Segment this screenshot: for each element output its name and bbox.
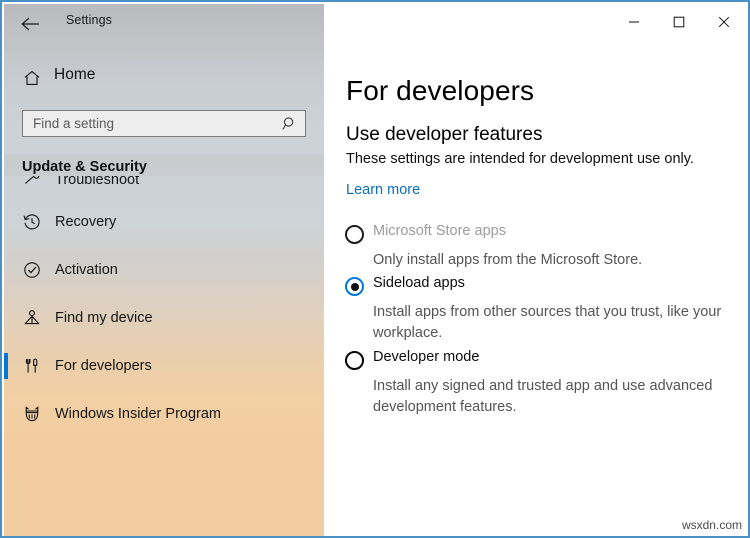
tools-icon (21, 355, 43, 377)
sidebar-item-recovery[interactable]: Recovery (4, 198, 324, 246)
radio-row[interactable]: Developer mode (324, 348, 748, 374)
sidebar-item-label: Troubleshoot (55, 174, 140, 188)
page-title: For developers (346, 74, 535, 106)
sidebar-item-for-developers[interactable]: For developers (4, 342, 324, 390)
sidebar-item-label: Find my device (55, 310, 153, 326)
main-content: For developers Use developer features Th… (324, 4, 748, 536)
sidebar-item-label: For developers (55, 358, 152, 374)
sidebar-item-label: Recovery (55, 214, 117, 230)
maximize-icon[interactable] (656, 4, 701, 40)
sidebar-section-header: Update & Security (22, 159, 147, 175)
radio-button-icon[interactable] (345, 277, 364, 296)
developer-features-radio-group: Microsoft Store apps Only install apps f… (324, 222, 748, 415)
radio-option-microsoft-store-apps[interactable]: Microsoft Store apps Only install apps f… (324, 222, 748, 268)
title-bar-left: Settings (4, 4, 324, 44)
sidebar-item-troubleshoot[interactable]: Troubleshoot (4, 174, 324, 198)
wrench-icon (21, 174, 43, 190)
radio-option-sideload-apps[interactable]: Sideload apps Install apps from other so… (324, 274, 748, 341)
history-clock-icon (21, 211, 43, 233)
search-input[interactable] (23, 112, 278, 135)
sidebar-item-activation[interactable]: Activation (4, 246, 324, 294)
sidebar-item-label: Activation (55, 262, 118, 278)
location-person-icon (21, 307, 43, 329)
back-arrow-icon[interactable] (14, 8, 48, 40)
radio-row[interactable]: Sideload apps (324, 274, 748, 300)
sidebar-item-label: Windows Insider Program (55, 406, 221, 422)
settings-window: Settings Home Update & Security (0, 0, 750, 538)
radio-row[interactable]: Microsoft Store apps (324, 222, 748, 248)
radio-option-developer-mode[interactable]: Developer mode Install any signed and tr… (324, 348, 748, 415)
radio-description: Install apps from other sources that you… (373, 304, 722, 341)
close-icon[interactable] (701, 4, 746, 40)
search-icon (282, 116, 298, 132)
radio-description: Only install apps from the Microsoft Sto… (373, 252, 643, 268)
search-box[interactable] (22, 110, 306, 137)
home-icon (22, 68, 42, 88)
check-circle-icon (21, 259, 43, 281)
app-title: Settings (66, 13, 112, 27)
sidebar-item-label-home: Home (54, 66, 96, 83)
watermark: wsxdn.com (681, 518, 742, 532)
radio-label: Microsoft Store apps (373, 223, 506, 239)
minimize-icon[interactable] (611, 4, 656, 40)
learn-more-link[interactable]: Learn more (346, 182, 420, 198)
radio-button-icon[interactable] (345, 225, 364, 244)
intro-text: These settings are intended for developm… (346, 151, 694, 167)
window-controls (611, 4, 746, 40)
radio-label: Developer mode (373, 349, 480, 365)
section-title: Use developer features (346, 123, 543, 145)
sidebar-nav-list: Troubleshoot Recovery Activation Find my… (4, 174, 324, 438)
ninja-cat-icon (21, 403, 43, 425)
radio-description: Install any signed and trusted app and u… (373, 378, 713, 415)
sidebar-item-find-my-device[interactable]: Find my device (4, 294, 324, 342)
sidebar-item-windows-insider-program[interactable]: Windows Insider Program (4, 390, 324, 438)
radio-button-icon[interactable] (345, 351, 364, 370)
radio-label: Sideload apps (373, 275, 465, 291)
sidebar-item-home[interactable]: Home (4, 60, 324, 95)
sidebar: Settings Home Update & Security (4, 4, 324, 536)
